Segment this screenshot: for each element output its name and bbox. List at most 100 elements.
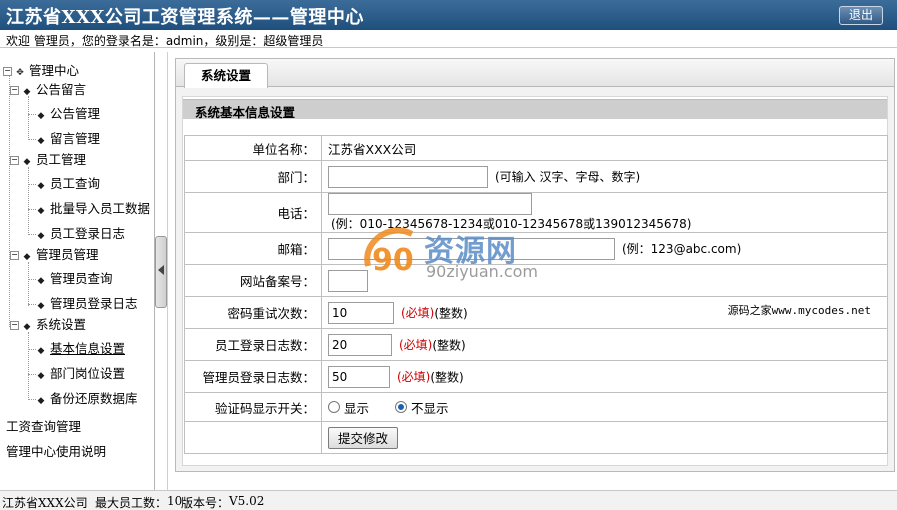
diamond-icon: ◆ bbox=[37, 181, 45, 191]
welcome-text: 欢迎 管理员，您的登录名是：admin，级别是：超级管理员 bbox=[6, 34, 324, 48]
tab-system-settings[interactable]: 系统设置 bbox=[184, 63, 268, 88]
tree-group-label[interactable]: 公告留言 bbox=[36, 82, 86, 97]
staff-log-input[interactable] bbox=[328, 333, 392, 356]
collapse-icon[interactable]: − bbox=[10, 156, 19, 165]
captcha-hide-radio[interactable] bbox=[395, 401, 407, 413]
tree-root-label[interactable]: 管理中心 bbox=[29, 63, 79, 78]
form-row-unit: 单位名称： 江苏省XXX公司 bbox=[184, 135, 888, 161]
settings-form: 单位名称： 江苏省XXX公司 部门： (可输入 汉字、字母、数字) 电话： (例… bbox=[184, 135, 888, 454]
phone-input[interactable] bbox=[328, 193, 532, 215]
collapse-icon[interactable]: − bbox=[10, 321, 19, 330]
required-mark: (必填) bbox=[400, 306, 435, 320]
sidebar-item-department-settings[interactable]: ◆ 部门岗位设置 bbox=[36, 363, 125, 385]
tree-group-label[interactable]: 管理员管理 bbox=[36, 247, 99, 262]
arrow-left-icon bbox=[158, 265, 164, 275]
form-row-password-retry: 密码重试次数： (必填)(整数) 源码之家www.mycodes.net bbox=[184, 296, 888, 329]
sidebar-item-label[interactable]: 员工查询 bbox=[50, 176, 100, 191]
sidebar-toggle-handle[interactable] bbox=[155, 236, 167, 308]
sidebar-item-label[interactable]: 备份还原数据库 bbox=[50, 391, 138, 406]
icp-cell bbox=[321, 264, 888, 297]
app-title: 江苏省XXX公司工资管理系统——管理中心 bbox=[6, 7, 364, 28]
sidebar-item-label[interactable]: 员工登录日志 bbox=[50, 226, 125, 241]
sidebar-item-notice-manage[interactable]: ◆ 公告管理 bbox=[36, 103, 100, 125]
admin-log-input[interactable] bbox=[328, 365, 390, 388]
sidebar-item-label[interactable]: 留言管理 bbox=[50, 131, 100, 146]
unit-label: 单位名称： bbox=[184, 135, 322, 161]
sidebar-item-label[interactable]: 批量导入员工数据 bbox=[50, 201, 150, 216]
required-mark: (必填) bbox=[398, 338, 433, 352]
admin-log-cell: (必填)(整数) bbox=[321, 360, 888, 393]
sidebar-item-basic-settings[interactable]: ◆ 基本信息设置 bbox=[36, 338, 125, 360]
department-label: 部门： bbox=[184, 160, 322, 193]
tree-line bbox=[28, 234, 36, 235]
captcha-show-label[interactable]: 显示 bbox=[344, 401, 369, 416]
tree-group-system[interactable]: − ◆ 系统设置 bbox=[10, 314, 86, 336]
form-row-staff-log: 员工登录日志数： (必填)(整数) bbox=[184, 328, 888, 361]
diamond-icon: ◆ bbox=[23, 87, 31, 97]
status-company: 江苏省XXX公司 bbox=[2, 496, 88, 510]
title-bar: 江苏省XXX公司工资管理系统——管理中心 退出 bbox=[0, 0, 897, 30]
collapse-icon[interactable]: − bbox=[3, 67, 12, 76]
diamond-icon: ◆ bbox=[23, 252, 31, 262]
captcha-show-radio[interactable] bbox=[328, 401, 340, 413]
logout-button[interactable]: 退出 bbox=[839, 6, 883, 25]
source-note: 源码之家www.mycodes.net bbox=[727, 303, 871, 317]
diamond-icon: ◆ bbox=[37, 371, 45, 381]
tree-line bbox=[28, 184, 36, 185]
sidebar-item-admin-login-log[interactable]: ◆ 管理员登录日志 bbox=[36, 293, 138, 315]
admin-log-label: 管理员登录日志数： bbox=[184, 360, 322, 393]
sidebar-item-label[interactable]: 管理员登录日志 bbox=[50, 296, 138, 311]
sidebar-item-label[interactable]: 公告管理 bbox=[50, 106, 100, 121]
phone-label: 电话： bbox=[184, 192, 322, 233]
form-row-submit: 提交修改 bbox=[184, 421, 888, 454]
diamond-icon: ◆ bbox=[23, 322, 31, 332]
captcha-hide-label[interactable]: 不显示 bbox=[411, 401, 449, 416]
tree-line bbox=[28, 114, 36, 115]
submit-button[interactable]: 提交修改 bbox=[328, 426, 399, 449]
department-input[interactable] bbox=[328, 165, 488, 188]
email-cell: (例：123@abc.com) bbox=[321, 232, 888, 265]
sidebar-item-staff-import[interactable]: ◆ 批量导入员工数据 bbox=[36, 198, 150, 220]
captcha-label: 验证码显示开关： bbox=[184, 392, 322, 422]
department-cell: (可输入 汉字、字母、数字) bbox=[321, 160, 888, 193]
tree-group-label[interactable]: 员工管理 bbox=[36, 152, 86, 167]
form-row-icp: 网站备案号： bbox=[184, 264, 888, 297]
tree-group-staff[interactable]: − ◆ 员工管理 bbox=[10, 149, 86, 171]
tree-line bbox=[28, 304, 36, 305]
sidebar-item-admin-query[interactable]: ◆ 管理员查询 bbox=[36, 268, 113, 290]
diamond-icon: ◆ bbox=[37, 396, 45, 406]
submit-cell: 提交修改 bbox=[321, 421, 888, 454]
tree-group-notice[interactable]: − ◆ 公告留言 bbox=[10, 79, 86, 101]
diamond-icon: ◆ bbox=[23, 157, 31, 167]
email-input[interactable] bbox=[328, 237, 615, 260]
form-row-email: 邮箱： (例：123@abc.com) bbox=[184, 232, 888, 265]
sidebar-item-label[interactable]: 基本信息设置 bbox=[50, 341, 125, 356]
tree-line bbox=[28, 349, 36, 350]
collapse-icon[interactable]: − bbox=[10, 86, 19, 95]
sidebar-item-backup-restore[interactable]: ◆ 备份还原数据库 bbox=[36, 388, 138, 410]
welcome-bar: 欢迎 管理员，您的登录名是：admin，级别是：超级管理员 bbox=[0, 30, 897, 48]
sidebar-item-label[interactable]: 部门岗位设置 bbox=[50, 366, 125, 381]
integer-hint: (整数) bbox=[430, 370, 464, 384]
form-row-department: 部门： (可输入 汉字、字母、数字) bbox=[184, 160, 888, 193]
integer-hint: (整数) bbox=[434, 306, 468, 320]
icp-label: 网站备案号： bbox=[184, 264, 322, 297]
icp-input[interactable] bbox=[328, 269, 368, 292]
diamond-icon: ◆ bbox=[37, 206, 45, 216]
sidebar-item-message-manage[interactable]: ◆ 留言管理 bbox=[36, 128, 100, 150]
splitter-line bbox=[167, 52, 168, 490]
diamond-icon: ◆ bbox=[37, 276, 45, 286]
sidebar-item-staff-query[interactable]: ◆ 员工查询 bbox=[36, 173, 100, 195]
sidebar-item-staff-login-log[interactable]: ◆ 员工登录日志 bbox=[36, 223, 125, 245]
form-row-captcha: 验证码显示开关： 显示 不显示 bbox=[184, 392, 888, 422]
phone-hint: (例：010-12345678-1234或010-12345678或139012… bbox=[331, 217, 692, 231]
sidebar-item-label[interactable]: 管理员查询 bbox=[50, 271, 113, 286]
tree-group-label[interactable]: 系统设置 bbox=[36, 317, 86, 332]
collapse-icon[interactable]: − bbox=[10, 251, 19, 260]
tree-line bbox=[28, 374, 36, 375]
integer-hint: (整数) bbox=[432, 338, 466, 352]
sidebar-link-salary-query[interactable]: 工资查询管理 bbox=[6, 416, 81, 435]
password-retry-input[interactable] bbox=[328, 301, 394, 324]
tree-group-admin[interactable]: − ◆ 管理员管理 bbox=[10, 244, 99, 266]
sidebar-link-help[interactable]: 管理中心使用说明 bbox=[6, 441, 106, 460]
